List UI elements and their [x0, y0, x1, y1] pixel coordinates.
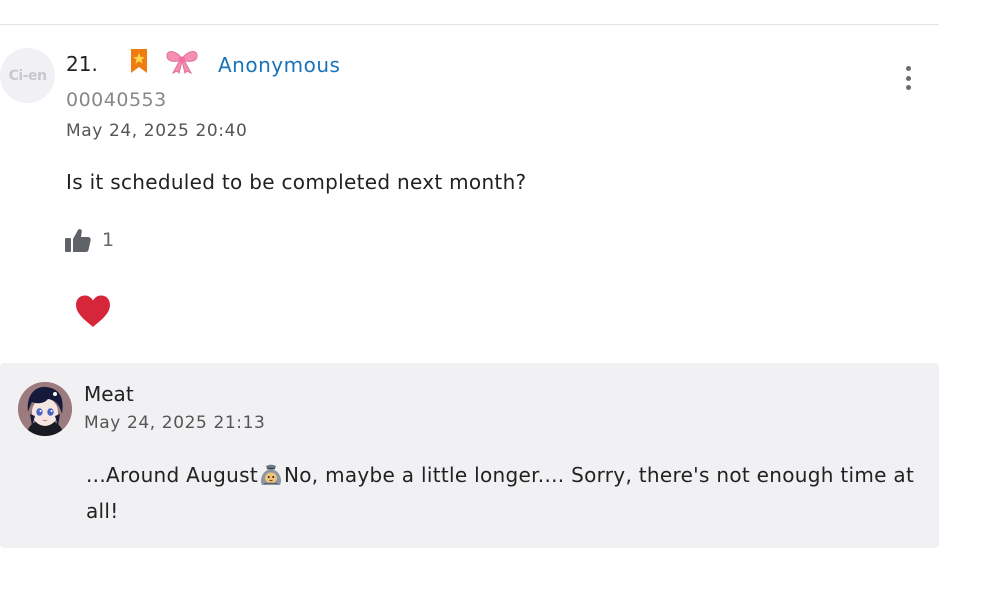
like-button[interactable]: 1 — [64, 226, 114, 254]
comment-page: Ci-en 21. Anonymous 00040553 May 24, 202… — [0, 0, 987, 597]
avatar[interactable]: Ci-en — [0, 48, 55, 103]
bookmark-star-icon — [131, 49, 147, 73]
reply-avatar[interactable] — [18, 382, 72, 436]
author-link[interactable]: Anonymous — [218, 53, 340, 77]
reply-box: Meat May 24, 2025 21:13 ...Around August… — [0, 363, 939, 548]
kebab-dot — [905, 66, 911, 71]
reply-text-part: ...Around August — [86, 463, 258, 487]
comment-body: Is it scheduled to be completed next mon… — [66, 170, 527, 194]
reply-author[interactable]: Meat — [84, 382, 134, 406]
user-id: 00040553 — [66, 89, 167, 111]
kebab-dot — [905, 85, 911, 90]
thumbs-up-icon — [65, 229, 91, 252]
reply-body: ...Around August No, maybe a little long… — [86, 457, 926, 529]
anime-avatar-icon — [18, 382, 72, 436]
money-bag-creature-icon — [260, 464, 281, 485]
heart-icon[interactable] — [74, 294, 112, 328]
kebab-dot — [905, 75, 911, 81]
divider — [0, 24, 939, 25]
reply-timestamp: May 24, 2025 21:13 — [84, 413, 266, 433]
comment-number: 21. — [66, 52, 98, 76]
like-count: 1 — [102, 229, 115, 251]
pink-bow-icon — [166, 51, 198, 74]
comment-timestamp: May 24, 2025 20:40 — [66, 121, 248, 141]
more-options-icon[interactable] — [900, 66, 916, 90]
